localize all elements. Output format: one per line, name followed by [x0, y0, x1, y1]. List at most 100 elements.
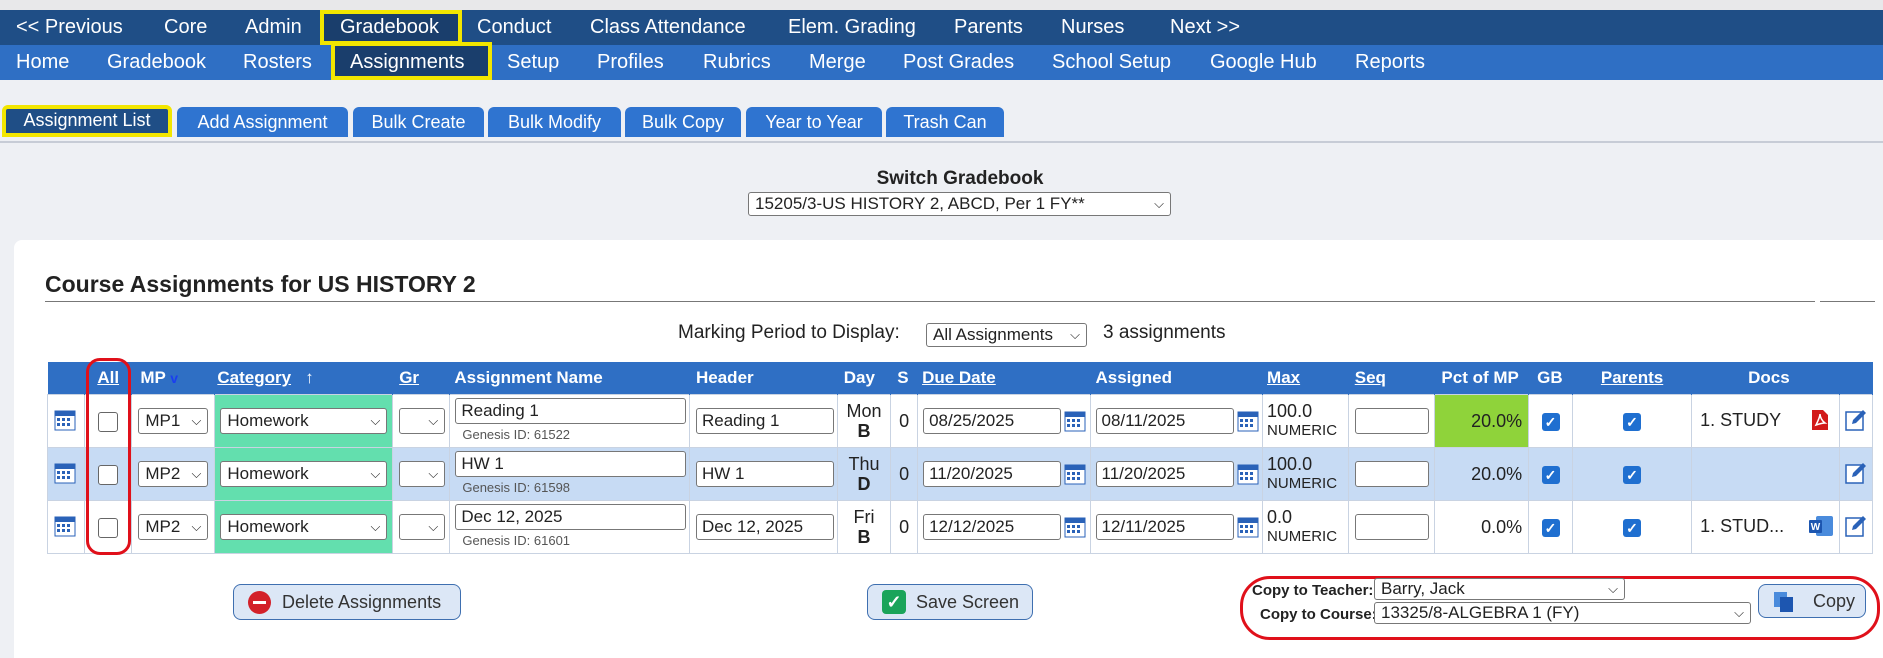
calendar-icon[interactable]	[1237, 516, 1259, 538]
copy-to-course-select[interactable]: 13325/8-ALGEBRA 1 (FY) ⌵	[1374, 602, 1751, 624]
header-input[interactable]: Dec 12, 2025	[696, 514, 834, 540]
nav-nurses[interactable]: Nurses	[1061, 10, 1124, 45]
col-mp[interactable]: MP v	[131, 362, 216, 395]
nav-class-attendance[interactable]: Class Attendance	[590, 10, 746, 45]
header-input[interactable]: Reading 1	[696, 408, 834, 434]
nav-conduct[interactable]: Conduct	[477, 10, 552, 45]
col-due[interactable]: Due Date	[917, 362, 1091, 395]
calendar-icon[interactable]	[1237, 463, 1259, 485]
gb-checkbox[interactable]: ✓	[1541, 518, 1560, 537]
gr-select[interactable]: ⌵	[399, 461, 446, 487]
assignment-name-input[interactable]: Reading 1	[455, 398, 687, 424]
calendar-icon[interactable]	[1064, 410, 1086, 432]
row-gb[interactable]: ✓	[1528, 394, 1573, 448]
mp-select[interactable]: MP1 ⌵	[138, 408, 209, 434]
delete-assignments-button[interactable]: Delete Assignments	[233, 584, 461, 620]
gr-select[interactable]: ⌵	[399, 514, 446, 540]
row-parents[interactable]: ✓	[1571, 447, 1693, 501]
row-parents[interactable]: ✓	[1571, 394, 1693, 448]
edit-icon[interactable]	[1844, 514, 1868, 538]
nav-core[interactable]: Core	[164, 10, 207, 45]
row-gb[interactable]: ✓	[1528, 500, 1573, 554]
tab-trash-can[interactable]: Trash Can	[886, 107, 1004, 137]
tab-bulk-create[interactable]: Bulk Create	[353, 107, 484, 137]
nav-merge[interactable]: Merge	[809, 45, 866, 80]
nav-previous[interactable]: << Previous	[16, 10, 123, 45]
nav-setup[interactable]: Setup	[507, 45, 559, 80]
assignment-name-input[interactable]: Dec 12, 2025	[455, 504, 687, 530]
seq-input[interactable]	[1354, 461, 1429, 487]
word-icon[interactable]: W	[1808, 515, 1834, 537]
gb-checkbox[interactable]: ✓	[1541, 465, 1560, 484]
header-input[interactable]: HW 1	[696, 461, 834, 487]
row-gb[interactable]: ✓	[1528, 447, 1573, 501]
nav-school-setup[interactable]: School Setup	[1052, 45, 1171, 80]
row-calendar[interactable]	[46, 500, 86, 554]
category-select[interactable]: Homework ⌵	[220, 514, 388, 540]
nav-home[interactable]: Home	[16, 45, 69, 80]
calendar-icon[interactable]	[1064, 516, 1086, 538]
row-parents[interactable]: ✓	[1571, 500, 1693, 554]
nav-rosters[interactable]: Rosters	[243, 45, 312, 80]
save-screen-button[interactable]: ✓ Save Screen	[867, 584, 1033, 620]
table-header: All MP v Category ↑ Gr Assignment Name H…	[47, 362, 1874, 395]
gb-checkbox[interactable]: ✓	[1541, 412, 1560, 431]
col-parents[interactable]: Parents	[1572, 362, 1693, 395]
nav-gradebook[interactable]: Gradebook	[340, 10, 439, 45]
calendar-icon[interactable]	[1064, 463, 1086, 485]
copy-to-teacher-select[interactable]: Barry, Jack ⌵	[1374, 578, 1625, 600]
due-date-input[interactable]: 12/12/2025	[923, 514, 1062, 540]
nav-reports[interactable]: Reports	[1355, 45, 1425, 80]
seq-input[interactable]	[1354, 514, 1429, 540]
nav-sub-gradebook[interactable]: Gradebook	[107, 45, 206, 80]
nav-rubrics[interactable]: Rubrics	[703, 45, 771, 80]
nav-admin[interactable]: Admin	[245, 10, 302, 45]
tab-add-assignment[interactable]: Add Assignment	[177, 107, 348, 137]
pdf-icon[interactable]	[1810, 409, 1830, 431]
nav-profiles[interactable]: Profiles	[597, 45, 664, 80]
nav-post-grades[interactable]: Post Grades	[903, 45, 1014, 80]
nav-elem-grading[interactable]: Elem. Grading	[788, 10, 916, 45]
seq-input[interactable]	[1354, 408, 1429, 434]
nav-parents[interactable]: Parents	[954, 10, 1023, 45]
tab-bulk-copy[interactable]: Bulk Copy	[625, 107, 741, 137]
nav-next[interactable]: Next >>	[1170, 10, 1240, 45]
row-edit[interactable]	[1838, 394, 1874, 448]
col-gr[interactable]: Gr	[392, 362, 451, 395]
copy-button[interactable]: Copy	[1758, 584, 1866, 618]
nav-google-hub[interactable]: Google Hub	[1210, 45, 1317, 80]
category-select[interactable]: Homework ⌵	[220, 408, 388, 434]
marking-period-select[interactable]: All Assignments ⌵	[926, 323, 1087, 347]
category-select[interactable]: Homework ⌵	[220, 461, 388, 487]
due-date-input[interactable]: 11/20/2025	[923, 461, 1062, 487]
assignment-name-input[interactable]: HW 1	[455, 451, 687, 477]
due-date-input[interactable]: 08/25/2025	[923, 408, 1062, 434]
mp-select[interactable]: MP2 ⌵	[138, 514, 209, 540]
mp-value: MP2	[145, 464, 181, 483]
edit-icon[interactable]	[1844, 461, 1868, 485]
tab-assignment-list[interactable]: Assignment List	[2, 105, 172, 137]
col-max[interactable]: Max	[1262, 362, 1349, 395]
calendar-icon[interactable]	[1237, 410, 1259, 432]
parents-checkbox[interactable]: ✓	[1622, 518, 1641, 537]
edit-icon[interactable]	[1844, 408, 1868, 432]
doc-link[interactable]: 1. STUDY	[1700, 410, 1781, 431]
tab-year-to-year[interactable]: Year to Year	[746, 107, 882, 137]
col-category[interactable]: Category ↑	[214, 362, 394, 395]
assigned-date-input[interactable]: 08/11/2025	[1095, 408, 1234, 434]
gr-select[interactable]: ⌵	[399, 408, 446, 434]
row-edit[interactable]	[1838, 447, 1874, 501]
nav-assignments[interactable]: Assignments	[350, 45, 465, 80]
row-edit[interactable]	[1838, 500, 1874, 554]
row-calendar[interactable]	[46, 447, 86, 501]
parents-checkbox[interactable]: ✓	[1622, 465, 1641, 484]
assigned-date-input[interactable]: 11/20/2025	[1095, 461, 1234, 487]
col-seq[interactable]: Seq	[1348, 362, 1436, 395]
mp-select[interactable]: MP2 ⌵	[138, 461, 209, 487]
doc-link[interactable]: 1. STUD...	[1700, 516, 1784, 537]
row-calendar[interactable]	[46, 394, 86, 448]
switch-gradebook-select[interactable]: 15205/3-US HISTORY 2, ABCD, Per 1 FY** ⌵	[748, 192, 1171, 216]
assigned-date-input[interactable]: 12/11/2025	[1095, 514, 1234, 540]
tab-bulk-modify[interactable]: Bulk Modify	[488, 107, 621, 137]
parents-checkbox[interactable]: ✓	[1622, 412, 1641, 431]
